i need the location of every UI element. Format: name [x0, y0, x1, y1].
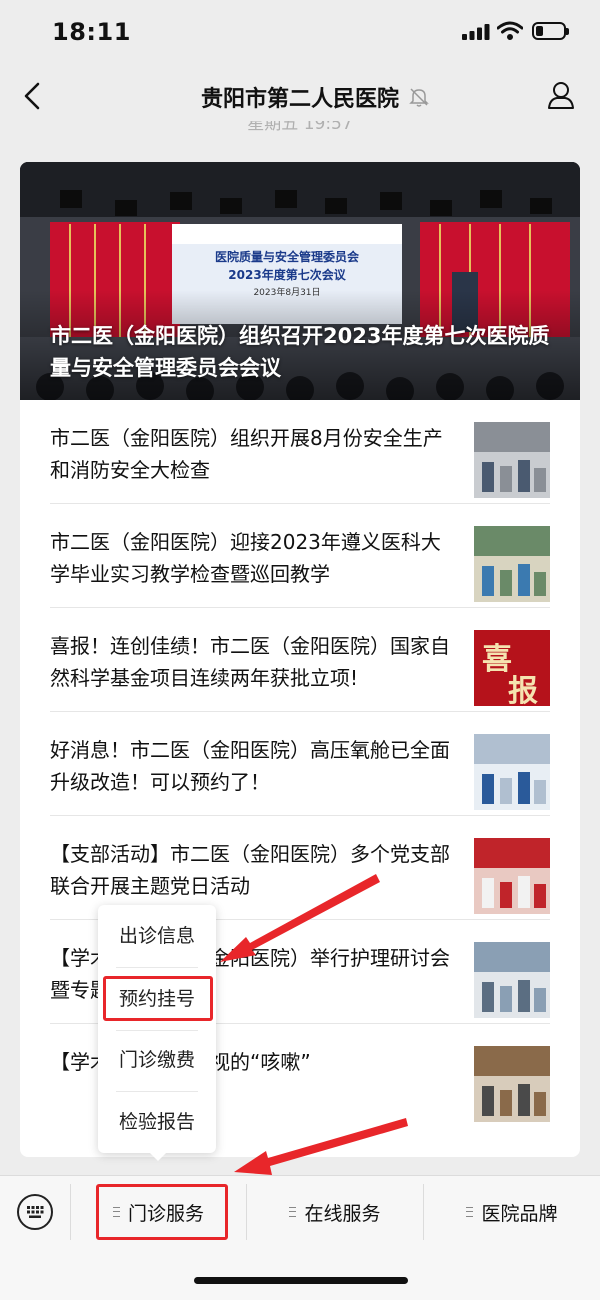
hero-article[interactable]: 医院质量与安全管理委员会 2023年度第七次会议 2023年8月31日 市二医（…: [20, 162, 580, 400]
home-indicator[interactable]: [194, 1277, 408, 1284]
article-item[interactable]: 好消息！市二医（金阳医院）高压氧舱已全面升级改造！可以预约了！: [50, 712, 550, 816]
battery-icon: [532, 22, 569, 40]
cellular-signal-icon: [462, 24, 490, 40]
article-item[interactable]: 喜报！连创佳绩！市二医（金阳医院）国家自然科学基金项目连续两年获批立项! 喜报: [50, 608, 550, 712]
annotation-box-outpatient: [96, 1184, 228, 1240]
article-thumbnail: [474, 838, 550, 914]
hero-screen-line1: 医院质量与安全管理委员会: [214, 250, 359, 264]
page-title: 贵阳市第二人民医院: [200, 87, 399, 112]
article-title: 市二医（金阳医院）组织开展8月份安全生产和消防安全大检查: [50, 426, 443, 482]
article-thumbnail: [474, 422, 550, 498]
article-title: 【支部活动】市二医（金阳医院）多个党支部联合开展主题党日活动: [50, 842, 450, 898]
status-bar: 18:11: [0, 0, 600, 66]
status-time: 18:11: [52, 18, 131, 46]
article-thumbnail: [474, 1046, 550, 1122]
bell-muted-icon: [409, 88, 429, 107]
menu-label: 医院品牌: [481, 1202, 558, 1225]
menu-online-service[interactable]: 在线服务: [247, 1176, 423, 1248]
article-item[interactable]: 市二医（金阳医院）组织开展8月份安全生产和消防安全大检查: [50, 400, 550, 504]
article-thumbnail: [474, 526, 550, 602]
article-thumbnail: 喜报: [474, 630, 550, 706]
submenu-item-payment[interactable]: 门诊缴费: [98, 1029, 216, 1091]
submenu-item-lab-report[interactable]: 检验报告: [98, 1091, 216, 1153]
hero-title[interactable]: 市二医（金阳医院）组织召开2023年度第七次医院质量与安全管理委员会会议: [50, 320, 560, 384]
keyboard-icon[interactable]: [17, 1194, 53, 1230]
person-icon[interactable]: [546, 80, 576, 112]
hero-screen-line2: 2023年度第七次会议: [228, 268, 346, 282]
wifi-icon: [497, 21, 523, 40]
nav-bar: 贵阳市第二人民医院: [0, 66, 600, 126]
annotation-box-appointment: [103, 976, 213, 1021]
submenu-item-clinic-info[interactable]: 出诊信息: [98, 905, 216, 967]
article-thumbnail: [474, 734, 550, 810]
message-timestamp: 星期五 19:57: [247, 121, 353, 134]
article-title: 市二医（金阳医院）迎接2023年遵义医科大学毕业实习教学检查暨巡回教学: [50, 530, 441, 586]
article-item[interactable]: 市二医（金阳医院）迎接2023年遵义医科大学毕业实习教学检查暨巡回教学: [50, 504, 550, 608]
battery-level: [536, 26, 543, 36]
menu-lines-icon: [466, 1207, 474, 1217]
menu-hospital-brand[interactable]: 医院品牌: [424, 1176, 600, 1248]
menu-lines-icon: [289, 1207, 297, 1217]
article-title: 喜报！连创佳绩！市二医（金阳医院）国家自然科学基金项目连续两年获批立项!: [50, 634, 450, 690]
submenu-popup: 出诊信息 预约挂号 门诊缴费 检验报告: [98, 905, 216, 1161]
menu-label: 在线服务: [304, 1202, 381, 1225]
article-thumbnail: [474, 942, 550, 1018]
article-title: 好消息！市二医（金阳医院）高压氧舱已全面升级改造！可以预约了！: [50, 738, 450, 794]
thumb-bao-char: 报: [508, 674, 538, 706]
